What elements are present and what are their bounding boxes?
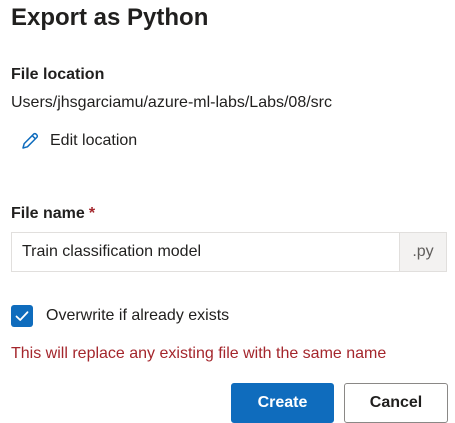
overwrite-label: Overwrite if already exists [46,307,230,324]
file-extension-suffix: .py [399,233,446,271]
file-name-label-text: File name [11,205,85,222]
file-location-label: File location [11,66,105,83]
required-mark: * [88,205,96,222]
overwrite-warning: This will replace any existing file with… [11,345,387,362]
create-button[interactable]: Create [231,383,334,423]
overwrite-checkbox-row[interactable]: Overwrite if already exists [11,305,229,327]
pencil-icon [19,130,41,152]
file-name-field: .py [11,232,447,272]
edit-location-label: Edit location [50,132,138,149]
cancel-button[interactable]: Cancel [344,383,448,423]
file-location-path: Users/jhsgarciamu/azure-ml-labs/Labs/08/… [11,94,332,111]
dialog-title: Export as Python [11,4,209,31]
file-name-label: File name * [11,203,95,225]
checkmark-icon [15,311,29,321]
file-name-input[interactable] [12,233,399,271]
overwrite-checkbox[interactable] [11,305,33,327]
edit-location-button[interactable]: Edit location [19,127,137,155]
